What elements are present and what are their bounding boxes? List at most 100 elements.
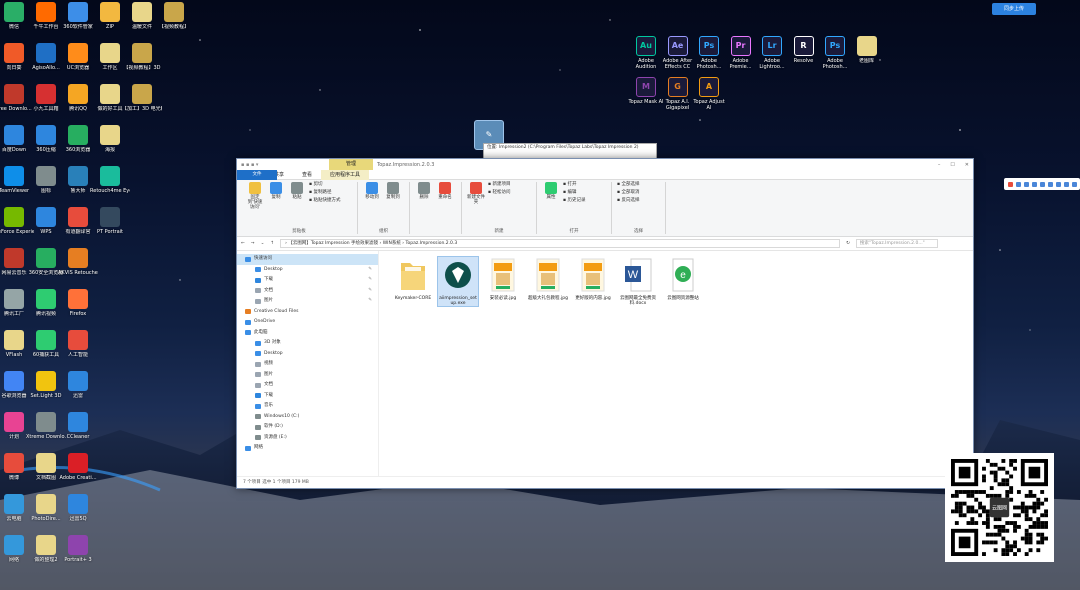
quick-access-toolbar[interactable]: ▪ ▪ ▪ ▾ [241, 162, 258, 168]
ribbon-button[interactable]: 移动到 [363, 182, 381, 234]
tab-0[interactable]: 文件 [237, 169, 277, 180]
address-path[interactable]: › 【云图网】Topaz Impression 手绘效果滤镜 › WIN系统 ›… [280, 239, 841, 248]
shortcut-icon [68, 412, 88, 432]
ime-tool-icon[interactable] [1024, 181, 1029, 187]
forward-icon[interactable]: → [251, 241, 255, 246]
file-item[interactable]: 更好版的内容.jpg [573, 257, 613, 301]
ribbon: 固定到'快速访问' 复制 粘贴 ▪ 剪切 ▪ 复制路径 ▪ 粘贴快捷方式 剪贴板 移动到 复制到… [237, 180, 973, 237]
nav-item[interactable]: 软件 (D:) [245, 422, 378, 433]
context-tab-manage[interactable]: 管理 [329, 159, 373, 170]
desktop-shortcut[interactable]: CCleaner [58, 412, 98, 440]
file-explorer-window[interactable]: ▪ ▪ ▪ ▾ 管理 Topaz.Impression.2.0.3 – ☐ ✕ … [236, 158, 974, 489]
desktop-shortcut[interactable]: 迅雷5Q [58, 494, 98, 522]
ribbon-button[interactable]: 粘贴 [288, 182, 306, 234]
shortcut-icon [4, 166, 24, 186]
nav-item[interactable]: 音乐 [245, 401, 378, 412]
ime-tool-icon[interactable] [1032, 181, 1037, 187]
nav-item[interactable]: Desktop ✎ [245, 265, 378, 276]
window-titlebar[interactable]: ▪ ▪ ▪ ▾ 管理 Topaz.Impression.2.0.3 – ☐ ✕ [237, 159, 973, 170]
nav-item[interactable]: Desktop [245, 349, 378, 360]
maximize-icon[interactable]: ☐ [950, 162, 954, 168]
file-item[interactable]: 安装必读.jpg [483, 257, 523, 301]
ribbon-button[interactable]: 复制到 [384, 182, 402, 234]
desktop-shortcut[interactable]: 【加工】3D 电光精灵 [122, 84, 162, 112]
nav-item-icon [245, 309, 251, 315]
ribbon-small-button[interactable]: ▪ 轻松访问 [488, 190, 510, 196]
ribbon-small-button[interactable]: ▪ 新建项目 [488, 182, 510, 188]
nav-item[interactable]: Windows10 (C:) [245, 412, 378, 423]
ime-tool-icon[interactable] [1064, 181, 1069, 187]
ribbon-small-button[interactable]: ▪ 全部取消 [617, 190, 639, 196]
ribbon-small-button[interactable]: ▪ 复制路径 [309, 190, 340, 196]
ime-tool-icon[interactable] [1056, 181, 1061, 187]
nav-item[interactable]: 下载 ✎ [245, 275, 378, 286]
desktop-shortcut[interactable]: Portrait+ 3 [58, 535, 98, 563]
file-item[interactable]: 超级大礼包教程.jpg [528, 257, 568, 301]
ribbon-button[interactable]: 删除 [415, 182, 433, 234]
desktop-shortcut[interactable]: 老图库 [849, 36, 885, 64]
close-icon[interactable]: ✕ [965, 162, 969, 168]
ime-tool-icon[interactable] [1016, 181, 1021, 187]
minimize-icon[interactable]: – [938, 162, 941, 168]
desktop-shortcut[interactable]: 【视频教程】3D [122, 43, 162, 71]
nav-item[interactable]: 图片 ✎ [245, 296, 378, 307]
desktop-shortcut[interactable]: 海报 [90, 125, 130, 153]
desktop-shortcut[interactable]: A Topaz Adjust AI [691, 77, 727, 111]
file-name: Keymaker-CORE [394, 296, 432, 301]
sync-upload-button[interactable]: 同步上传 [992, 3, 1036, 15]
ribbon-small-button[interactable]: ▪ 历史记录 [563, 198, 585, 204]
nav-item[interactable]: 3D 对象 [245, 338, 378, 349]
nav-item-label: Desktop [264, 266, 283, 272]
nav-item[interactable]: 文档 [245, 380, 378, 391]
ribbon-small-button[interactable]: ▪ 打开 [563, 182, 585, 188]
nav-item[interactable]: Creative Cloud Files [245, 307, 378, 318]
nav-item[interactable]: 资源盘 (E:) [245, 433, 378, 444]
ime-tool-icon[interactable] [1048, 181, 1053, 187]
desktop-shortcut[interactable]: AKVIS Retoucher [58, 248, 98, 276]
desktop-shortcut[interactable]: Firefox [58, 289, 98, 317]
ime-tool-icon[interactable] [1072, 181, 1077, 187]
ime-tool-icon[interactable] [1040, 181, 1045, 187]
ribbon-button[interactable]: 固定到'快速访问' [246, 182, 264, 234]
ribbon-button-label: 删除 [419, 195, 429, 200]
nav-item[interactable]: 图片 [245, 370, 378, 381]
ribbon-small-button[interactable]: ▪ 反向选择 [617, 198, 639, 204]
image-file-icon [488, 257, 518, 293]
ribbon-small-button[interactable]: ▪ 编辑 [563, 190, 585, 196]
desktop-shortcut[interactable]: 人工智能 [58, 330, 98, 358]
nav-item-label: 文档 [264, 287, 273, 293]
up-icon[interactable]: ↑ [270, 241, 274, 246]
back-icon[interactable]: ← [241, 241, 245, 246]
ribbon-button[interactable]: 重命名 [436, 182, 454, 234]
ribbon-small-button[interactable]: ▪ 剪切 [309, 182, 340, 188]
desktop-shortcut[interactable]: 【视频教程】 [154, 2, 194, 30]
nav-item[interactable]: OneDrive [245, 317, 378, 328]
nav-item[interactable]: 文档 ✎ [245, 286, 378, 297]
nav-item[interactable]: 下载 [245, 391, 378, 402]
tab-3[interactable]: 查看 [293, 170, 321, 180]
ime-toolbar[interactable] [1004, 178, 1080, 190]
nav-item[interactable]: 网络 [245, 443, 378, 454]
ribbon-button[interactable]: 复制 [267, 182, 285, 234]
search-input[interactable]: 搜索"Topaz.Impression.2.0..." [855, 239, 938, 248]
nav-item[interactable]: 此电脑 [245, 328, 378, 339]
ribbon-button[interactable]: 属性 [542, 182, 560, 234]
ribbon-button[interactable]: 新建文件夹 [467, 182, 485, 234]
desktop-shortcut[interactable]: PT Portrait [90, 207, 130, 235]
file-item[interactable]: e 云图网资源整站 [663, 257, 703, 301]
recent-icon[interactable]: ⌄ [261, 241, 265, 246]
shortcut-icon [4, 207, 24, 227]
file-item[interactable]: Keymaker-CORE [393, 257, 433, 301]
nav-item[interactable]: 快速访问 [237, 254, 378, 265]
nav-item[interactable]: 视频 [245, 359, 378, 370]
file-item[interactable]: W 云图网最全免费资料.docx [618, 257, 658, 306]
file-item[interactable]: aiimpression_setup.exe [437, 256, 479, 307]
desktop-shortcut[interactable]: Retouch4me Eye Vess... [90, 166, 130, 194]
desktop-shortcut[interactable]: Adobe Creati... [58, 453, 98, 481]
ribbon-small-button[interactable]: ▪ 粘贴快捷方式 [309, 198, 340, 204]
ribbon-small-button[interactable]: ▪ 全部选择 [617, 182, 639, 188]
desktop-shortcut[interactable]: 迅雷 [58, 371, 98, 399]
refresh-icon[interactable]: ↻ [846, 241, 850, 246]
tab-4[interactable]: 应用程序工具 [321, 169, 370, 180]
shortcut-icon [100, 43, 120, 63]
